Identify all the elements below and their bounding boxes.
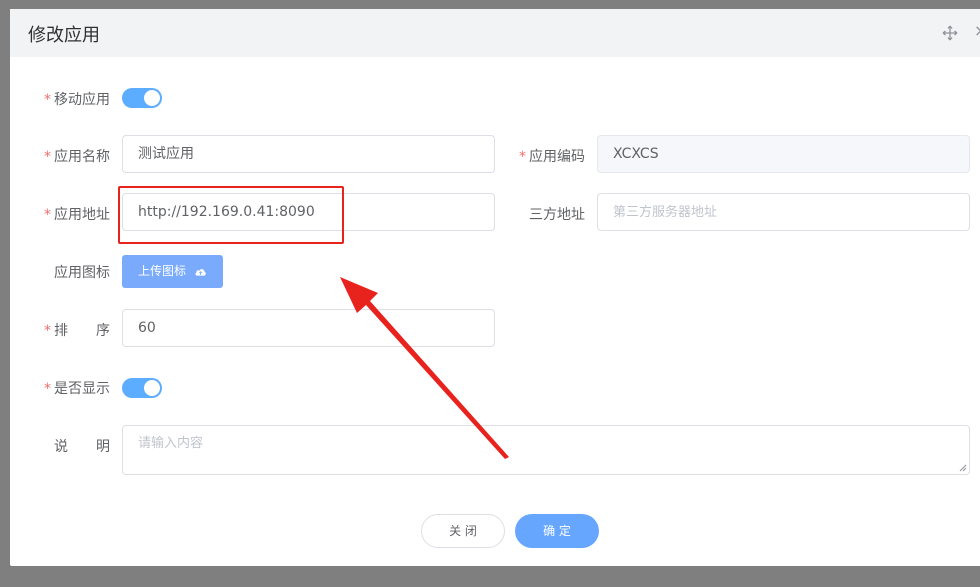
app-address-label: * 应用地址 [44, 207, 110, 223]
switch-knob [144, 90, 160, 106]
cloud-upload-icon [195, 269, 206, 276]
sort-input[interactable]: 60 [122, 309, 495, 347]
close-icon[interactable]: × [974, 21, 980, 40]
dialog-header: 修改应用 × [10, 9, 980, 57]
mobile-app-label: * 移动应用 [44, 92, 110, 108]
dialog-title: 修改应用 [28, 25, 100, 46]
display-label: * 是否显示 [44, 381, 110, 397]
confirm-button[interactable]: 确 定 [515, 514, 599, 548]
edit-app-dialog: 修改应用 × *移动应用 *应用名称 测试应用 *应用编码 XCXCS *应用地… [10, 9, 980, 566]
upload-icon-button[interactable]: 上传图标 [122, 255, 223, 288]
mobile-app-switch[interactable] [122, 88, 162, 108]
app-name-label: * 应用名称 [44, 149, 110, 165]
description-textarea[interactable]: 请输入内容 [122, 425, 970, 475]
display-switch[interactable] [122, 378, 162, 398]
third-party-address-placeholder: 第三方服务器地址 [613, 205, 718, 220]
third-party-address-label: 三方地址 [529, 207, 585, 223]
move-icon[interactable] [942, 25, 958, 41]
third-party-address-input[interactable]: 第三方服务器地址 [597, 193, 970, 231]
sort-label: * 排 序 [44, 323, 110, 339]
annotation-highlight-box [118, 186, 344, 244]
description-placeholder: 请输入内容 [138, 436, 204, 451]
upload-button-label: 上传图标 [138, 264, 187, 278]
resize-grip-icon[interactable] [959, 464, 967, 472]
app-name-input[interactable]: 测试应用 [122, 135, 495, 173]
app-icon-label: 应用图标 [54, 265, 110, 281]
switch-knob [144, 380, 160, 396]
app-code-input[interactable]: XCXCS [597, 135, 970, 173]
app-code-label: * 应用编码 [519, 149, 585, 165]
description-label: 说 明 [54, 439, 110, 455]
close-button[interactable]: 关 闭 [421, 514, 505, 548]
